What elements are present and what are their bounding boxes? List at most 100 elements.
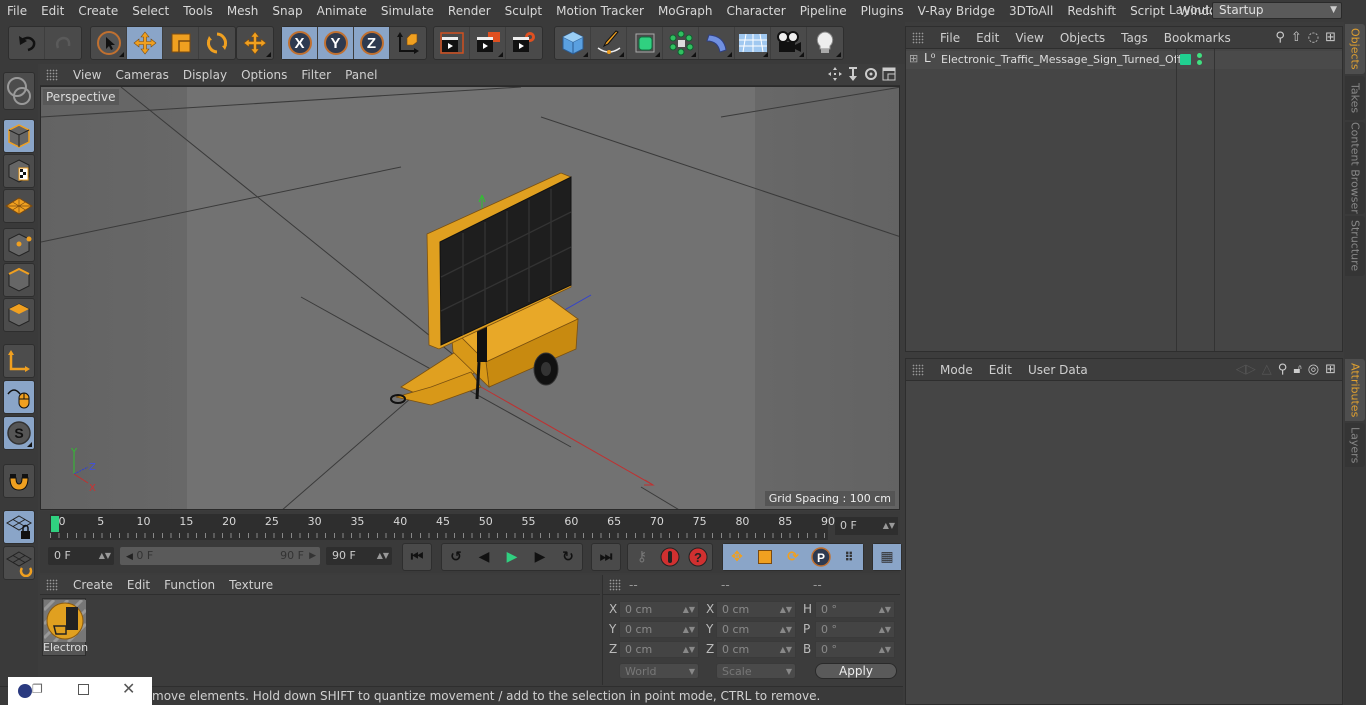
subdivision-button[interactable] bbox=[627, 27, 663, 59]
menu-animate[interactable]: Animate bbox=[310, 4, 374, 18]
current-frame-field[interactable]: 0 F ▲▼ bbox=[835, 517, 898, 535]
play-button[interactable]: ▶ bbox=[498, 544, 526, 570]
key-position-button[interactable]: ✥ bbox=[723, 544, 751, 570]
camera-button[interactable] bbox=[771, 27, 807, 59]
attributes-menu-user-data[interactable]: User Data bbox=[1020, 363, 1096, 377]
tab-attributes[interactable]: Attributes bbox=[1345, 359, 1365, 421]
menu-file[interactable]: File bbox=[0, 4, 34, 18]
x-axis-lock-button[interactable]: X bbox=[282, 27, 318, 59]
back-arrow-icon[interactable]: ◁▷ bbox=[1236, 362, 1256, 377]
viewport-menu-view[interactable]: View bbox=[66, 68, 108, 82]
maximize-icon[interactable] bbox=[78, 684, 89, 695]
coord-field[interactable]: 0 ° ▲▼ bbox=[815, 641, 895, 658]
object-row[interactable]: ⊞ L⁰ Electronic_Traffic_Message_Sign_Tur… bbox=[906, 51, 1342, 69]
close-icon[interactable]: ✕ bbox=[122, 679, 135, 698]
search-icon[interactable]: ⚲ bbox=[1278, 362, 1288, 377]
solo-button[interactable]: S bbox=[3, 416, 35, 450]
render-picture-viewer-button[interactable] bbox=[470, 27, 506, 59]
polygons-mode-button[interactable] bbox=[3, 298, 35, 332]
menu-3dtoall[interactable]: 3DToAll bbox=[1002, 4, 1060, 18]
viewport-menu-cameras[interactable]: Cameras bbox=[108, 68, 175, 82]
render-visibility-dot[interactable] bbox=[1197, 60, 1202, 65]
light-button[interactable] bbox=[807, 27, 843, 59]
viewport-menu-display[interactable]: Display bbox=[176, 68, 234, 82]
material-menu-create[interactable]: Create bbox=[66, 578, 120, 592]
key-parameter-button[interactable]: P bbox=[807, 544, 835, 570]
objects-menu-bookmarks[interactable]: Bookmarks bbox=[1156, 31, 1239, 45]
coord-field[interactable]: 0 ° ▲▼ bbox=[815, 601, 895, 618]
goto-end-button[interactable]: ⏭ bbox=[592, 544, 620, 570]
menu-snap[interactable]: Snap bbox=[265, 4, 309, 18]
floor-button[interactable] bbox=[735, 27, 771, 59]
coord-field[interactable]: 0 ° ▲▼ bbox=[815, 621, 895, 638]
prev-keyframe-button[interactable]: ↺ bbox=[442, 544, 470, 570]
workplane-align-button[interactable] bbox=[3, 546, 35, 580]
restore-icon[interactable]: ❐ bbox=[32, 682, 43, 696]
coord-field[interactable]: 0 cm ▲▼ bbox=[716, 621, 796, 638]
zoom-view-icon[interactable] bbox=[846, 67, 860, 81]
keyframe-selection-button[interactable]: ? bbox=[684, 544, 712, 570]
attributes-menu-mode[interactable]: Mode bbox=[932, 363, 981, 377]
edges-mode-button[interactable] bbox=[3, 263, 35, 297]
key-pla-button[interactable]: ⠿ bbox=[835, 544, 863, 570]
panel-grip-icon[interactable] bbox=[609, 579, 621, 591]
material-menu-edit[interactable]: Edit bbox=[120, 578, 157, 592]
new-panel-icon[interactable]: ⊞ bbox=[1325, 30, 1336, 45]
make-editable-button[interactable] bbox=[3, 72, 35, 110]
objects-menu-file[interactable]: File bbox=[932, 31, 968, 45]
coord-field[interactable]: 0 cm ▲▼ bbox=[619, 641, 699, 658]
target-icon[interactable]: ◎ bbox=[1308, 362, 1319, 377]
material-menu-function[interactable]: Function bbox=[157, 578, 222, 592]
lock-icon[interactable]: 🔓︎ bbox=[1293, 362, 1301, 377]
coordinate-mode-select[interactable]: World ▼ bbox=[619, 663, 699, 679]
deformer-button[interactable] bbox=[699, 27, 735, 59]
tab-structure[interactable]: Structure bbox=[1345, 216, 1365, 276]
recent-tool-button[interactable] bbox=[237, 27, 273, 59]
material-item[interactable]: Electron bbox=[42, 598, 88, 656]
menu-sculpt[interactable]: Sculpt bbox=[498, 4, 549, 18]
move-button[interactable] bbox=[127, 27, 163, 59]
coord-field[interactable]: 0 cm ▲▼ bbox=[716, 641, 796, 658]
viewport-menu-options[interactable]: Options bbox=[234, 68, 294, 82]
redo-button[interactable] bbox=[45, 27, 81, 59]
render-view-button[interactable] bbox=[434, 27, 470, 59]
tab-content-browser[interactable]: Content Browser bbox=[1345, 122, 1365, 214]
undo-button[interactable] bbox=[9, 27, 45, 59]
attributes-menu-edit[interactable]: Edit bbox=[981, 363, 1020, 377]
next-keyframe-button[interactable]: ↻ bbox=[554, 544, 582, 570]
size-mode-select[interactable]: Scale ▼ bbox=[716, 663, 796, 679]
range-right-arrow-icon[interactable]: ▶ bbox=[309, 547, 316, 565]
viewport-menu-panel[interactable]: Panel bbox=[338, 68, 384, 82]
tab-objects[interactable]: Objects bbox=[1345, 24, 1365, 74]
prev-frame-button[interactable]: ◀ bbox=[470, 544, 498, 570]
menu-vray-bridge[interactable]: V-Ray Bridge bbox=[911, 4, 1002, 18]
points-mode-button[interactable] bbox=[3, 228, 35, 262]
end-frame-field[interactable]: 90 F ▲▼ bbox=[326, 547, 392, 565]
menu-motion-tracker[interactable]: Motion Tracker bbox=[549, 4, 651, 18]
pen-button[interactable] bbox=[591, 27, 627, 59]
axis-mode-button[interactable] bbox=[3, 344, 35, 378]
menu-render[interactable]: Render bbox=[441, 4, 498, 18]
menu-mograph[interactable]: MoGraph bbox=[651, 4, 720, 18]
objects-menu-view[interactable]: View bbox=[1007, 31, 1051, 45]
expand-icon[interactable]: ⊞ bbox=[909, 52, 918, 65]
menu-pipeline[interactable]: Pipeline bbox=[793, 4, 854, 18]
range-slider[interactable]: ◀ 0 F 90 F ▶ bbox=[120, 547, 320, 565]
material-menu-texture[interactable]: Texture bbox=[222, 578, 280, 592]
viewport-menu-filter[interactable]: Filter bbox=[294, 68, 338, 82]
cube-button[interactable] bbox=[555, 27, 591, 59]
view-icon[interactable]: ◌ bbox=[1308, 30, 1319, 45]
objects-menu-tags[interactable]: Tags bbox=[1113, 31, 1156, 45]
workplane-lock-button[interactable] bbox=[3, 510, 35, 544]
menu-script[interactable]: Script bbox=[1123, 4, 1172, 18]
layout-select[interactable]: Startup ▼ bbox=[1212, 2, 1342, 19]
menu-create[interactable]: Create bbox=[71, 4, 125, 18]
rotate-button[interactable] bbox=[199, 27, 235, 59]
up-arrow-icon[interactable]: △ bbox=[1262, 362, 1272, 377]
objects-menu-edit[interactable]: Edit bbox=[968, 31, 1007, 45]
apply-button[interactable]: Apply bbox=[815, 663, 897, 679]
render-settings-button[interactable] bbox=[506, 27, 542, 59]
workplane-mode-button[interactable] bbox=[3, 189, 35, 223]
object-name[interactable]: Electronic_Traffic_Message_Sign_Turned_O… bbox=[941, 53, 1181, 66]
search-icon[interactable]: ⚲ bbox=[1275, 30, 1285, 45]
